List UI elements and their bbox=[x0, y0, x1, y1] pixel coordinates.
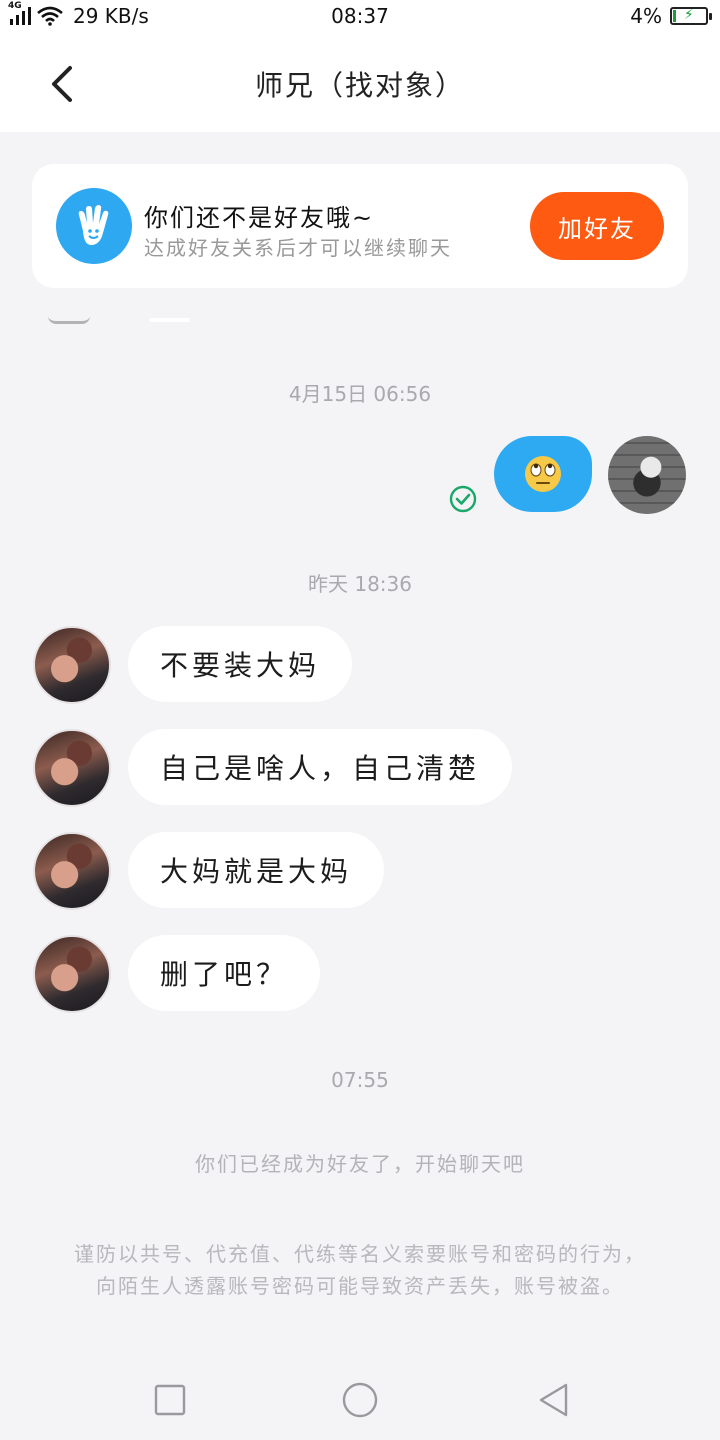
navigation-bar bbox=[0, 1360, 720, 1440]
status-right: 4% ⚡ bbox=[630, 4, 712, 28]
my-avatar[interactable] bbox=[608, 436, 686, 514]
contact-avatar[interactable] bbox=[33, 626, 111, 704]
battery-icon: ⚡ bbox=[670, 7, 712, 25]
security-warning: 谨防以共号、代充值、代练等名义索要账号和密码的行为，向陌生人透露账号密码可能导致… bbox=[74, 1242, 646, 1298]
eye-roll-emoji-icon bbox=[525, 456, 561, 492]
timestamp: 昨天 18:36 bbox=[308, 572, 412, 596]
status-time: 08:37 bbox=[331, 4, 389, 28]
hand-wave-icon bbox=[56, 188, 132, 264]
add-friend-banner: 你们还不是好友哦~ 达成好友关系后才可以继续聊天 加好友 bbox=[32, 164, 688, 288]
battery-percent: 4% bbox=[630, 4, 662, 28]
timestamp: 07:55 bbox=[331, 1068, 389, 1092]
contact-avatar[interactable] bbox=[33, 729, 111, 807]
received-message[interactable]: 大妈就是大妈 bbox=[128, 832, 385, 908]
received-message[interactable]: 自己是啥人，自己清楚 bbox=[128, 729, 513, 805]
banner-title: 你们还不是好友哦~ bbox=[144, 204, 375, 232]
banner-subtitle: 达成好友关系后才可以继续聊天 bbox=[144, 236, 452, 260]
add-friend-button[interactable]: 加好友 bbox=[530, 192, 664, 260]
read-check-icon bbox=[449, 485, 477, 513]
contact-avatar[interactable] bbox=[33, 832, 111, 910]
timestamp: 4月15日 06:56 bbox=[288, 382, 432, 406]
back-triangle-icon[interactable] bbox=[534, 1380, 574, 1420]
friend-notice: 你们已经成为好友了，开始聊天吧 bbox=[195, 1152, 525, 1176]
chat-title: 师兄（找对象） bbox=[254, 69, 465, 102]
received-message[interactable]: 不要装大妈 bbox=[128, 626, 353, 702]
contact-avatar[interactable] bbox=[33, 935, 111, 1013]
partial-bubble bbox=[150, 318, 190, 322]
status-bar: 4G 29 KB/s 08:37 4% ⚡ bbox=[0, 0, 720, 34]
received-message[interactable]: 删了吧？ bbox=[128, 935, 321, 1011]
home-icon[interactable] bbox=[340, 1380, 380, 1420]
partial-avatar bbox=[48, 316, 90, 324]
chat-header: 师兄（找对象） bbox=[0, 34, 720, 132]
recent-apps-icon[interactable] bbox=[150, 1380, 190, 1420]
sent-emoji-message[interactable] bbox=[494, 436, 592, 512]
